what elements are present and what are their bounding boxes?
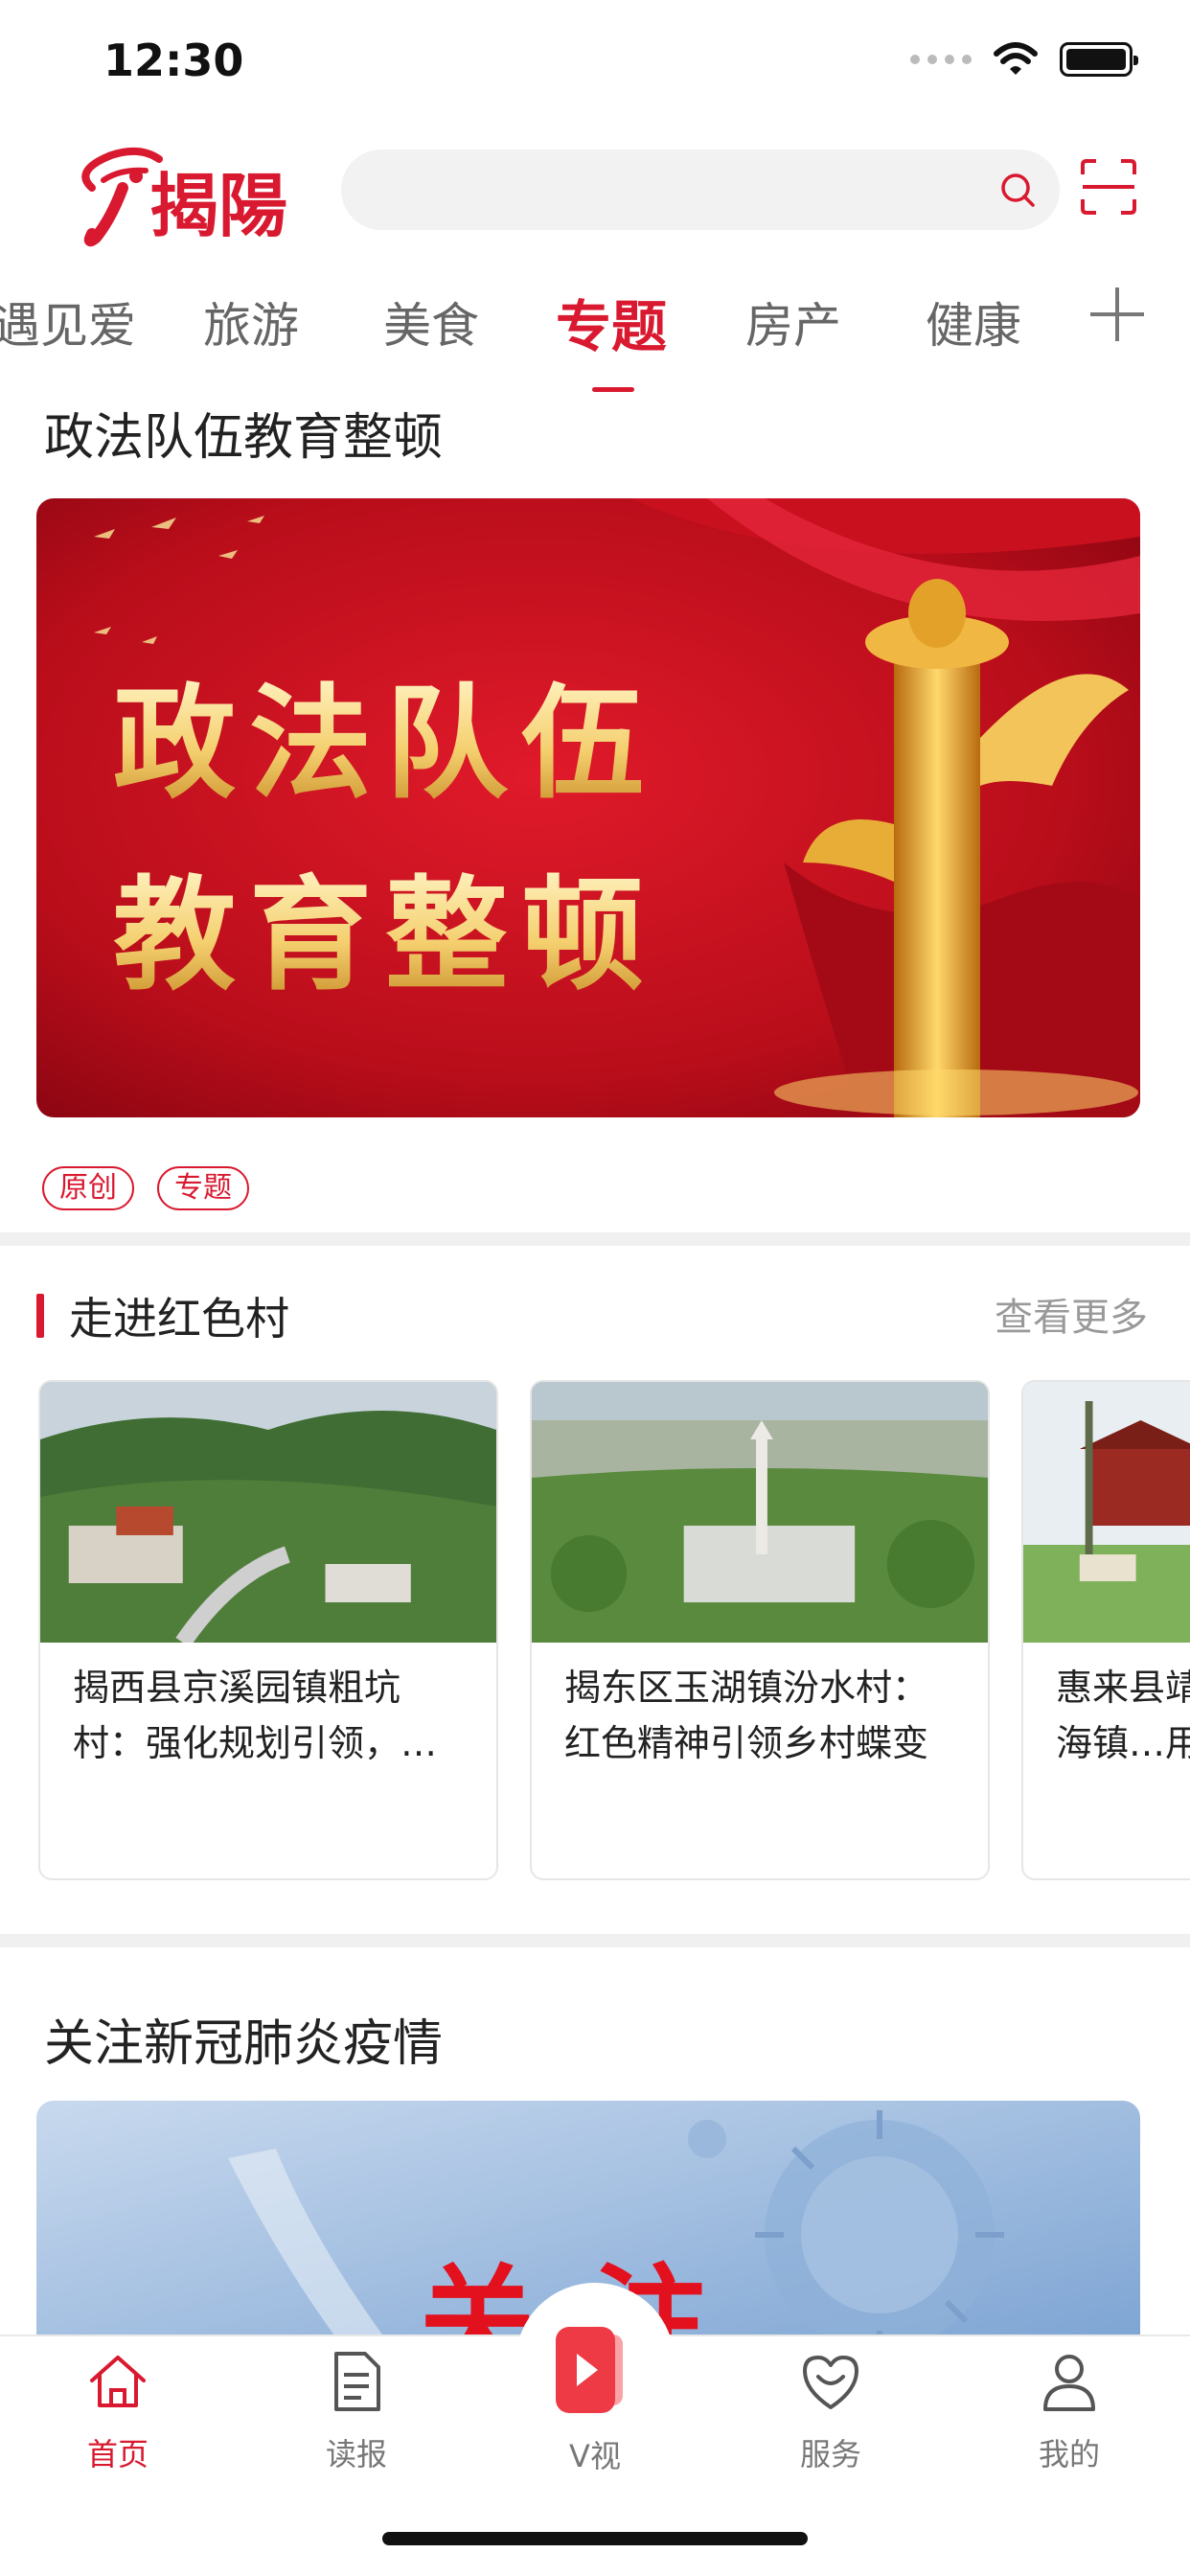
video-play-icon — [556, 2327, 623, 2413]
banner-line-1: 政法队伍 — [113, 673, 657, 816]
feature-title[interactable]: 政法队伍教育整顿 — [44, 397, 443, 469]
feature-banner-image: 政法队伍 教育整顿 — [36, 498, 1140, 1117]
nav-video[interactable]: V视 — [518, 2317, 672, 2476]
newspaper-icon — [334, 2352, 380, 2411]
logo-text: 揭陽 — [149, 165, 287, 246]
nav-services-label: 服务 — [799, 2436, 861, 2472]
tab-health[interactable]: 健康 — [926, 288, 1021, 356]
village-card[interactable]: 惠来县靖海镇…用足“海”… — [1021, 1380, 1190, 1880]
banner-line-2: 教育整顿 — [113, 864, 657, 1007]
feature-banner[interactable]: 政法队伍 教育整顿 — [36, 498, 1140, 1117]
search-icon[interactable] — [998, 171, 1037, 209]
covid-section-title[interactable]: 关注新冠肺炎疫情 — [44, 2003, 443, 2075]
nav-video-label: V视 — [569, 2438, 621, 2474]
active-tab-indicator — [592, 387, 634, 392]
status-time: 12:30 — [103, 34, 244, 86]
village-card[interactable]: 揭东区玉湖镇汾水村：红色精神引领乡村蝶变 — [530, 1380, 990, 1880]
tab-yujianai[interactable]: 遇见爱 — [0, 288, 136, 356]
scan-icon[interactable] — [1081, 159, 1136, 215]
nav-home-label: 首页 — [86, 2436, 149, 2472]
nav-newspaper[interactable]: 读报 — [280, 2350, 433, 2474]
nav-services[interactable]: 服务 — [754, 2350, 907, 2474]
battery-icon — [1060, 42, 1138, 77]
jieyang-logo[interactable]: 揭陽 — [54, 142, 303, 247]
tab-food[interactable]: 美食 — [383, 288, 479, 356]
home-indicator[interactable] — [382, 2532, 808, 2545]
village-card-image — [532, 1382, 988, 1643]
tab-special-topic[interactable]: 专题 — [556, 282, 667, 362]
nav-newspaper-label: 读报 — [325, 2436, 387, 2472]
wifi-icon — [994, 42, 1038, 75]
village-card-image — [1023, 1382, 1190, 1643]
cellular-signal-icon — [910, 55, 972, 64]
tag-original: 原创 — [42, 1166, 134, 1210]
service-heart-icon — [803, 2356, 858, 2409]
nav-profile-label: 我的 — [1038, 2436, 1100, 2472]
nav-profile[interactable]: 我的 — [993, 2350, 1146, 2474]
tag-special-topic: 专题 — [157, 1166, 249, 1210]
village-card[interactable]: 揭西县京溪园镇粗坑村：强化规划引领，… — [38, 1380, 498, 1880]
profile-icon — [1043, 2355, 1095, 2411]
village-card-text: 揭东区玉湖镇汾水村：红色精神引领乡村蝶变 — [564, 1667, 929, 1764]
tab-tourism[interactable]: 旅游 — [203, 288, 299, 356]
status-bar: 12:30 — [0, 0, 1190, 134]
red-village-header: 走进红色村 查看更多 — [36, 1284, 1148, 1345]
search-input[interactable] — [341, 150, 1060, 230]
nav-home[interactable]: 首页 — [41, 2350, 195, 2474]
section-divider — [0, 1232, 1190, 1246]
view-more-link[interactable]: 查看更多 — [995, 1286, 1148, 1342]
tab-real-estate[interactable]: 房产 — [745, 288, 841, 356]
app-header: 揭陽 — [0, 134, 1190, 249]
add-channel-icon[interactable] — [1087, 284, 1148, 345]
red-village-title: 走进红色村 — [69, 1293, 289, 1345]
feature-tags: 原创 专题 — [42, 1166, 249, 1210]
section-divider — [0, 1934, 1190, 1947]
home-icon — [90, 2356, 146, 2407]
village-card-text: 揭西县京溪园镇粗坑村：强化规划引领，… — [73, 1667, 438, 1764]
village-card-text: 惠来县靖海镇…用足“海”… — [1056, 1667, 1190, 1764]
status-icons — [910, 42, 1138, 77]
section-accent-bar — [36, 1294, 44, 1338]
village-card-image — [40, 1382, 496, 1643]
channel-tabs: 遇见爱 旅游 美食 专题 房产 健康 — [0, 268, 1190, 393]
